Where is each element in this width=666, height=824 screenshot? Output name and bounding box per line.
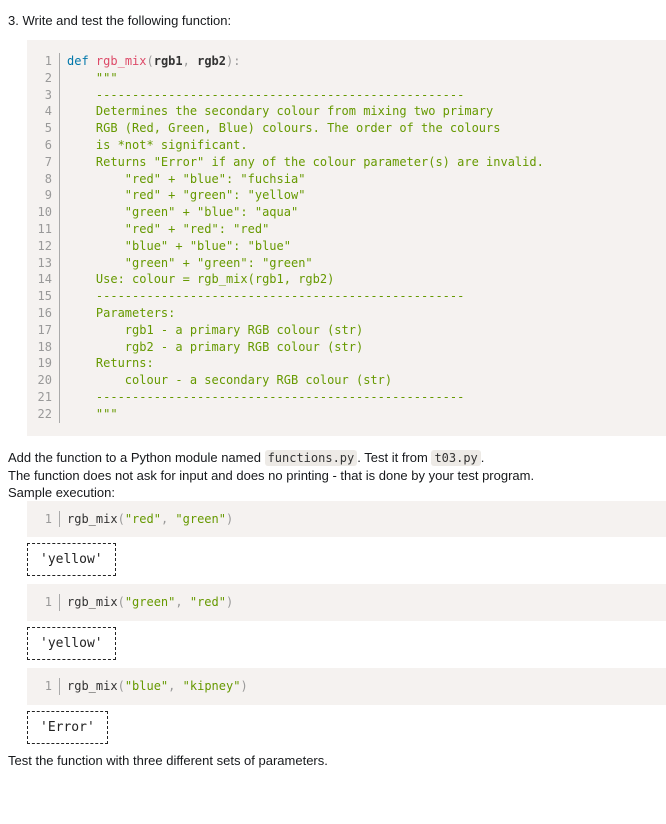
code-text: "green" + "blue": "aqua" [67,205,299,220]
function-docstring-code-block: 1 def rgb_mix(rgb1, rgb2): 2 """ 3 --------… [27,40,666,436]
code-text: """ [67,406,118,421]
code-line: 21 -------------------------------------… [27,388,666,406]
sample-call-3-code-block: 1 rgb_mix("blue", "kipney") [27,668,666,705]
line-number: 1 [27,53,60,70]
code-line: 16 Parameters: [27,304,666,322]
code-text: ----------------------------------------… [67,289,465,304]
code-text: is *not* significant. [67,137,248,152]
code-line: 14 Use: colour = rgb_mix(rgb1, rgb2) [27,271,666,289]
code-line: 1 def rgb_mix(rgb1, rgb2): [27,53,666,70]
sample-call-1-code-block: 1 rgb_mix("red", "green") [27,500,666,538]
code-text: "green" + "green": "green" [67,255,313,270]
output-box-yellow-1: 'yellow' [27,543,116,577]
output-box-error: 'Error' [27,710,108,744]
inline-code-functions-py: functions.py [264,449,358,466]
line-number: 3 [27,86,60,104]
line-number: 18 [27,338,60,356]
line-number: 16 [27,304,60,322]
code-text: Returns: [67,356,154,371]
code-text: "red" + "blue": "fuchsia" [67,171,306,186]
code-text: rgb2 - a primary RGB colour (str) [67,339,364,354]
code-line: 17 rgb1 - a primary RGB colour (str) [27,321,666,339]
line-number: 12 [27,237,60,255]
inline-code-t03-py: t03.py [431,449,481,466]
code-line: 10 "green" + "blue": "aqua" [27,204,666,221]
line-number: 1 [27,594,60,612]
code-line: 8 "red" + "blue": "fuchsia" [27,170,666,188]
code-line: 18 rgb2 - a primary RGB colour (str) [27,338,666,356]
code-text: """ [67,70,118,85]
line-number: 20 [27,372,60,389]
output-box-yellow-2: 'yellow' [27,627,116,661]
line-number: 22 [27,405,60,423]
code-text: "blue" + "blue": "blue" [67,238,291,253]
output-row: 'yellow' [27,627,666,661]
code-text: "red" + "green": "yellow" [67,188,306,203]
code-line: 22 """ [27,405,666,423]
code-line: 6 is *not* significant. [27,136,666,154]
sample-call-2-code-block: 1 rgb_mix("green", "red") [27,584,666,622]
line-number: 19 [27,355,60,373]
code-text: ----------------------------------------… [67,87,465,102]
code-text: rgb_mix("green", "red") [67,595,234,610]
code-text: def rgb_mix(rgb1, rgb2): [67,54,241,68]
paragraph-sample-execution: Sample execution: [8,484,115,500]
assignment-page: 3. Write and test the following function… [0,0,666,789]
code-line: 5 RGB (Red, Green, Blue) colours. The or… [27,120,666,137]
line-number: 8 [27,170,60,188]
paragraph-text: Add the function to a Python module name… [8,449,265,465]
line-number: 1 [27,510,60,528]
code-text: Determines the secondary colour from mix… [67,104,494,119]
line-number: 21 [27,388,60,406]
line-number: 7 [27,153,60,171]
line-number: 17 [27,321,60,339]
line-number: 9 [27,187,60,205]
line-number: 5 [27,120,60,137]
code-text: ----------------------------------------… [67,389,465,404]
line-number: 10 [27,204,60,221]
code-line: 13 "green" + "green": "green" [27,254,666,272]
code-text: rgb_mix("red", "green") [67,511,234,526]
code-text: RGB (Red, Green, Blue) colours. The orde… [67,121,501,136]
code-line: 2 """ [27,69,666,87]
code-line: 3 --------------------------------------… [27,86,666,104]
code-line: 19 Returns: [27,355,666,373]
output-row: 'yellow' [27,543,666,577]
paragraph-no-input: The function does not ask for input and … [8,467,535,483]
code-line: 1 rgb_mix("red", "green") [27,510,666,528]
paragraph-text: . Test it from [357,449,432,465]
code-line: 4 Determines the secondary colour from m… [27,103,666,121]
exercise-heading: 3. Write and test the following function… [8,13,232,28]
code-line: 20 colour - a secondary RGB colour (str) [27,372,666,389]
line-number: 4 [27,103,60,121]
paragraph-add-function: Add the function to a Python module name… [8,449,666,467]
code-text: rgb1 - a primary RGB colour (str) [67,322,364,337]
code-text: rgb_mix("blue", "kipney") [67,679,248,694]
code-text: Returns "Error" if any of the colour par… [67,154,544,169]
code-line: 12 "blue" + "blue": "blue" [27,237,666,255]
code-text: colour - a secondary RGB colour (str) [67,373,393,388]
code-line: 1 rgb_mix("green", "red") [27,594,666,612]
line-number: 11 [27,220,60,238]
line-number: 6 [27,136,60,154]
code-line: 1 rgb_mix("blue", "kipney") [27,678,666,695]
output-row: 'Error' [27,710,666,744]
code-line: 15 -------------------------------------… [27,288,666,305]
code-line: 7 Returns "Error" if any of the colour p… [27,153,666,171]
line-number: 13 [27,254,60,272]
line-number: 15 [27,288,60,305]
code-text: Use: colour = rgb_mix(rgb1, rgb2) [67,272,335,287]
line-number: 1 [27,678,60,695]
paragraph-text: . [480,449,485,465]
code-line: 9 "red" + "green": "yellow" [27,187,666,205]
paragraph-test-function: Test the function with three different s… [8,752,328,768]
code-text: "red" + "red": "red" [67,221,270,236]
code-line: 11 "red" + "red": "red" [27,220,666,238]
code-text: Parameters: [67,305,176,320]
line-number: 14 [27,271,60,289]
line-number: 2 [27,69,60,87]
